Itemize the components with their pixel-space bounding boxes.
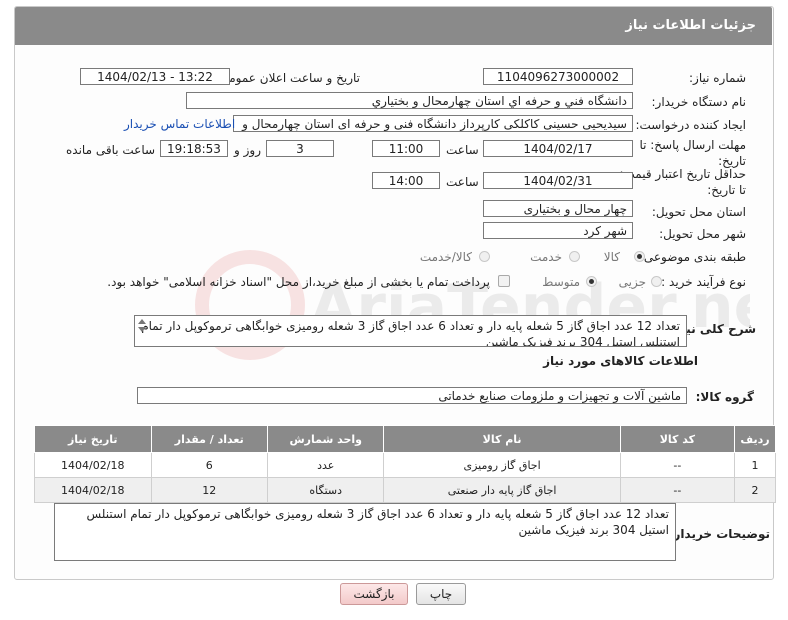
cell-name: اجاق گاز پایه دار صنعتی	[383, 477, 621, 503]
requester-label: ایجاد کننده درخواست:	[635, 118, 746, 132]
validity-time-field: 14:00	[372, 172, 440, 189]
goods-section-title: اطلاعات کالاهای مورد نیاز	[543, 354, 698, 368]
buyer-notes-label: توضیحات خریدار:	[668, 527, 770, 541]
cell-code: --	[619, 477, 735, 503]
process-option-partial: جزیی	[618, 275, 646, 289]
city-label: شهر محل تحویل:	[659, 227, 746, 241]
goods-group-label: گروه کالا:	[695, 390, 754, 404]
treasury-checkbox[interactable]	[498, 275, 510, 287]
cell-date: 1404/02/18	[34, 477, 152, 503]
category-radio-goods[interactable]	[634, 251, 645, 262]
buyer-org-field: دانشگاه فني و حرفه اي استان چهارمحال و ب…	[186, 92, 633, 109]
cell-qty: 6	[150, 452, 268, 478]
province-field: چهار محال و بختیاری	[483, 200, 633, 217]
buyer-org-label: نام دستگاه خریدار:	[651, 95, 747, 109]
announce-label: تاریخ و ساعت اعلان عمومی:	[215, 71, 360, 85]
cell-name: اجاق گاز رومیزی	[383, 452, 621, 478]
table-row: 2 -- اجاق گاز پایه دار صنعتی دستگاه 12 1…	[34, 477, 777, 503]
category-radio-service[interactable]	[569, 251, 580, 262]
panel-title: جزئیات اطلاعات نیاز	[625, 18, 756, 33]
city-field: شهر کرد	[483, 222, 633, 239]
summary-text: تعداد 12 عدد اجاق گاز 5 شعله پایه دار و …	[134, 315, 687, 347]
cell-qty: 12	[150, 477, 268, 503]
days-label: روز و	[234, 143, 261, 157]
remaining-time-field: 19:18:53	[160, 140, 228, 157]
cell-code: --	[619, 452, 735, 478]
process-radio-partial[interactable]	[651, 276, 662, 287]
col-unit: واحد شمارش	[266, 425, 385, 453]
summary-scrollbar[interactable]	[136, 317, 148, 343]
scroll-up-icon[interactable]	[138, 319, 146, 324]
col-code: کد کالا	[619, 425, 735, 453]
announce-field: 1404/02/13 - 13:22	[80, 68, 230, 85]
col-date: تاریخ نیاز	[34, 425, 152, 453]
cell-unit: دستگاه	[266, 477, 385, 503]
goods-table-header: ردیف کد کالا نام کالا واحد شمارش تعداد /…	[34, 425, 777, 453]
deadline-label: مهلت ارسال پاسخ: تا تاریخ:	[639, 138, 746, 168]
panel-header: جزئیات اطلاعات نیاز	[15, 7, 772, 45]
deadline-time-field: 11:00	[372, 140, 440, 157]
process-label: نوع فرآیند خرید :	[661, 275, 746, 289]
validity-label: حداقل تاریخ اعتبار قیمت: تا تاریخ:	[619, 167, 746, 197]
contact-info-link[interactable]: اطلاعات تماس خریدار	[124, 117, 235, 131]
validity-time-label: ساعت	[446, 175, 479, 189]
category-option-service: خدمت	[530, 250, 562, 264]
goods-table: ردیف کد کالا نام کالا واحد شمارش تعداد /…	[34, 425, 777, 503]
need-number-label: شماره نیاز:	[689, 71, 746, 85]
category-label: طبقه بندی موضوعی:	[639, 250, 746, 264]
cell-unit: عدد	[266, 452, 385, 478]
days-field: 3	[266, 140, 334, 157]
table-row: 1 -- اجاق گاز رومیزی عدد 6 1404/02/18	[34, 452, 777, 478]
buyer-notes-text: تعداد 12 عدد اجاق گاز 5 شعله پایه دار و …	[54, 503, 676, 561]
cell-row: 2	[733, 477, 777, 503]
col-row: ردیف	[733, 425, 777, 453]
deadline-date-field: 1404/02/17	[483, 140, 633, 157]
goods-group-field: ماشین آلات و تجهیزات و ملزومات صنایع خدم…	[137, 387, 687, 404]
remaining-label: ساعت باقی مانده	[66, 143, 156, 157]
print-button[interactable]: چاپ	[416, 583, 466, 605]
col-qty: تعداد / مقدار	[150, 425, 268, 453]
cell-row: 1	[733, 452, 777, 478]
deadline-time-label: ساعت	[446, 143, 479, 157]
province-label: استان محل تحویل:	[651, 205, 746, 219]
category-radio-goods-service[interactable]	[479, 251, 490, 262]
process-option-medium: متوسط	[542, 275, 580, 289]
payment-note: پرداخت تمام یا بخشی از مبلغ خرید،از محل …	[107, 275, 490, 289]
category-option-goods-service: کالا/خدمت	[419, 250, 472, 264]
category-option-goods: کالا	[603, 250, 620, 264]
back-button[interactable]: بازگشت	[340, 583, 408, 605]
col-name: نام کالا	[383, 425, 621, 453]
need-number-field: 1104096273000002	[483, 68, 633, 85]
validity-date-field: 1404/02/31	[483, 172, 633, 189]
cell-date: 1404/02/18	[34, 452, 152, 478]
scroll-down-icon[interactable]	[138, 327, 146, 332]
process-radio-medium[interactable]	[586, 276, 597, 287]
requester-field: سیدیحیی حسینی کاکلکی کارپرداز دانشگاه فن…	[233, 115, 633, 132]
